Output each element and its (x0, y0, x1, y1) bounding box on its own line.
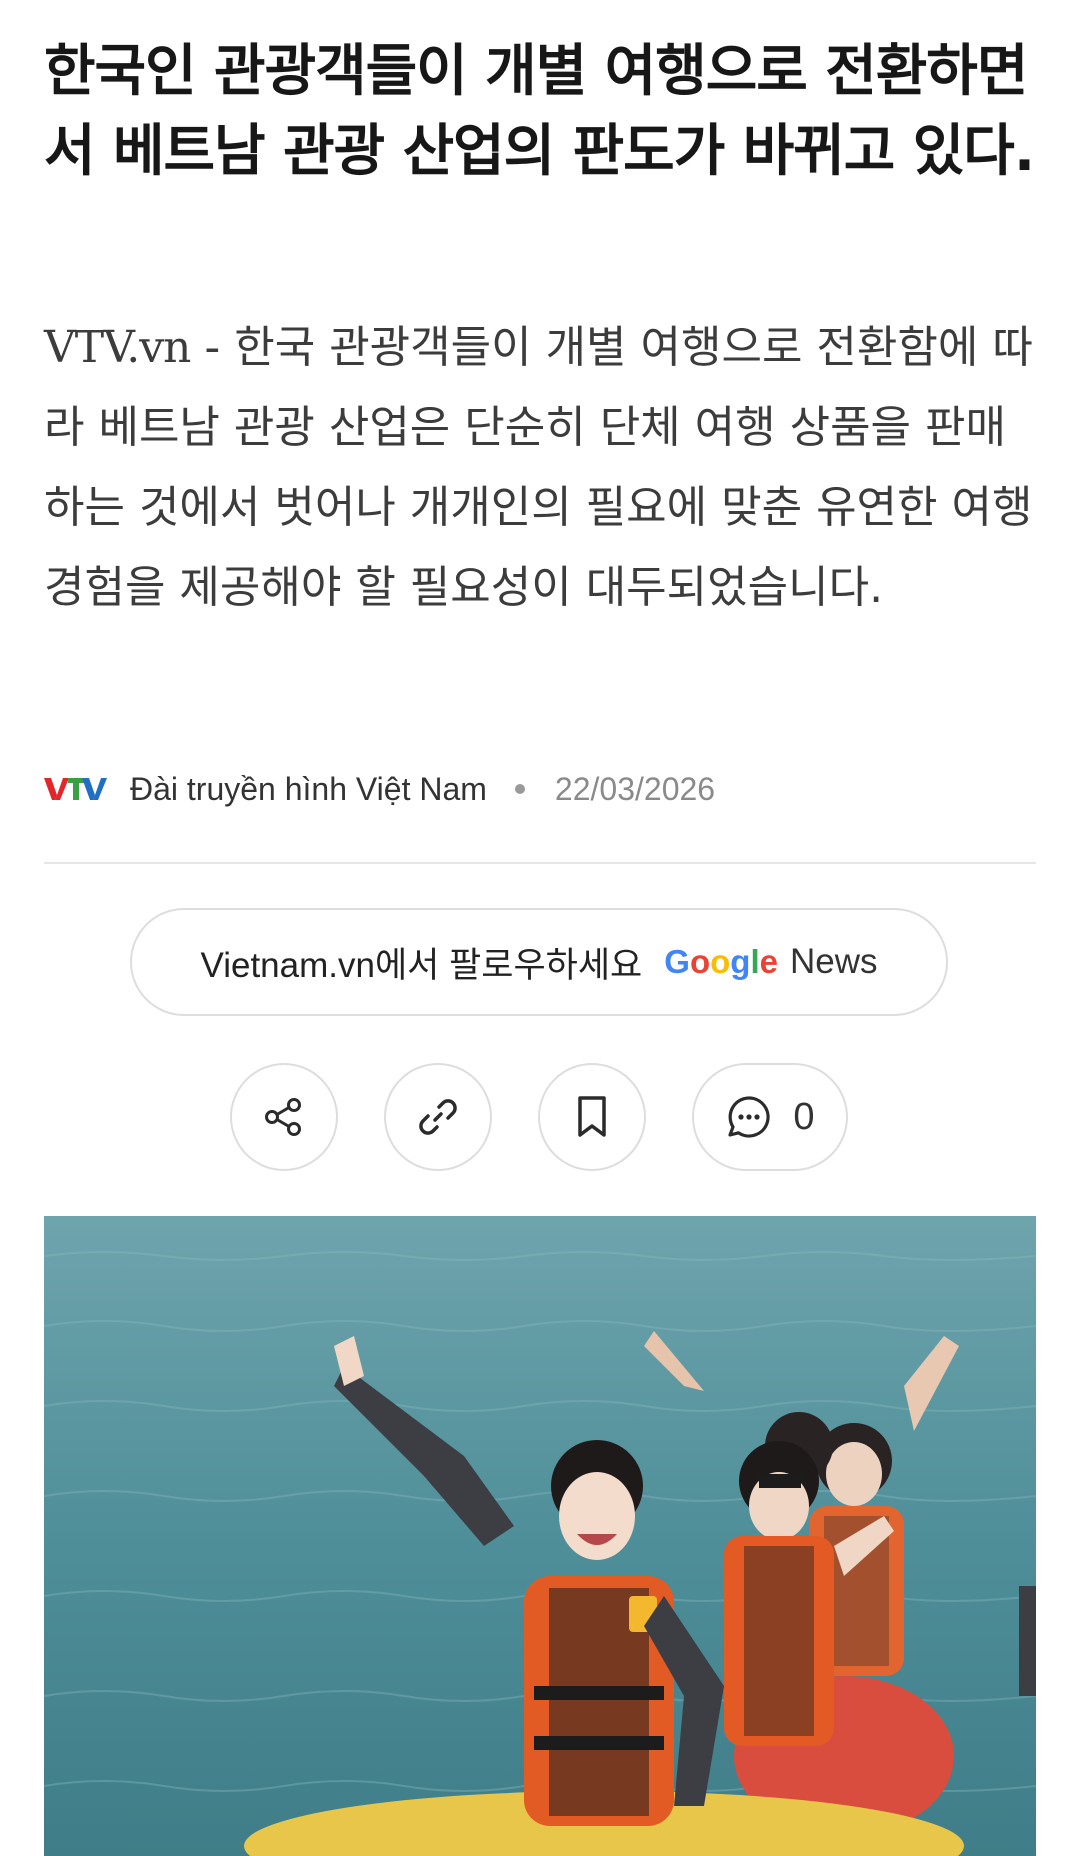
bookmark-icon (578, 1096, 606, 1137)
publisher-name[interactable]: Đài truyền hình Việt Nam (130, 771, 487, 808)
google-letter: o (710, 943, 731, 980)
news-label: News (789, 942, 878, 981)
article-summary: VTV.vn - 한국 관광객들이 개별 여행으로 전환함에 따라 베트남 관광… (44, 308, 1044, 628)
copy-link-button[interactable] (384, 1063, 492, 1171)
comment-icon (728, 1096, 771, 1138)
comment-count: 0 (793, 1095, 815, 1138)
link-icon (419, 1099, 457, 1135)
google-wordmark: G o o g l e (664, 943, 778, 981)
follow-google-news-button[interactable]: Vietnam.vn에서 팔로우하세요 G o o g l e News (130, 908, 948, 1016)
meta-separator-dot (514, 784, 525, 794)
summary-source: VTV.vn (44, 322, 191, 373)
publish-date: 22/03/2026 (554, 770, 716, 807)
google-letter: e (759, 943, 778, 980)
vtv-logo-icon[interactable] (44, 775, 108, 803)
article-headline: 한국인 관광객들이 개별 여행으로 전환하면서 베트남 관광 산업의 판도가 바… (44, 39, 1035, 184)
comment-button[interactable]: 0 (692, 1063, 848, 1171)
google-letter: o (689, 943, 711, 980)
google-letter: G (664, 943, 690, 980)
bookmark-button[interactable] (538, 1063, 646, 1171)
article-page: 한국인 관광객들이 개별 여행으로 전환하면서 베트남 관광 산업의 판도가 바… (0, 0, 1080, 1856)
article-hero-image[interactable] (44, 1216, 1036, 1856)
follow-label: Vietnam.vn에서 팔로우하세요 (200, 945, 643, 985)
summary-separator: - (190, 322, 235, 373)
share-icon (265, 1098, 301, 1136)
google-letter: l (750, 943, 760, 980)
photo-tourists-banana-boat (44, 1216, 1036, 1856)
article-meta: Đài truyền hình Việt Nam 22/03/2026 (44, 764, 715, 814)
google-news-logo: G o o g l e News (664, 942, 877, 982)
article-actions: 0 (230, 1062, 848, 1172)
google-letter: g (730, 943, 751, 980)
share-button[interactable] (230, 1063, 338, 1171)
divider (44, 862, 1036, 864)
